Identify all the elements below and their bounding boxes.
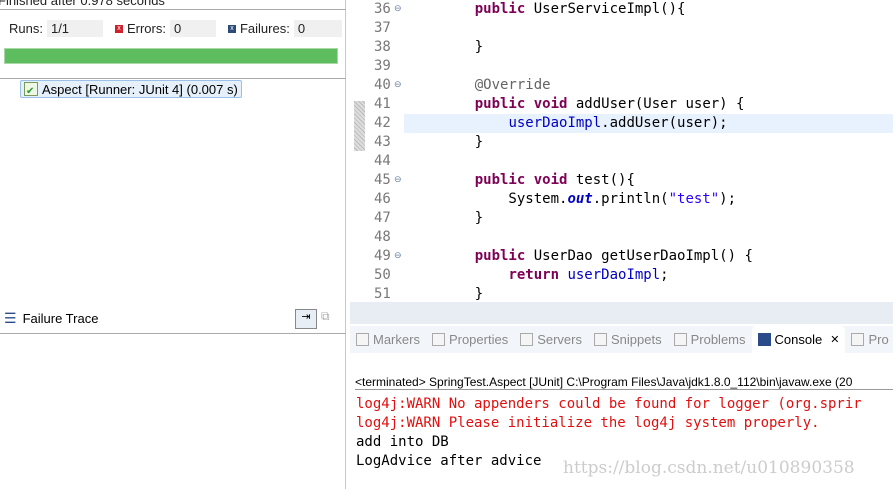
failure-icon: x <box>227 24 236 33</box>
test-suite-icon: ✔ <box>24 82 38 97</box>
console-line: LogAdvice after advice <box>356 453 542 469</box>
console-line: add into DB <box>356 434 449 450</box>
code-text: } <box>441 134 484 150</box>
failures-label: Failures: <box>239 21 290 36</box>
code-text: public void addUser(User user) { <box>474 96 745 112</box>
divider <box>0 9 346 10</box>
counters: Runs: 1/1 x Errors: 0 x Failures: 0 <box>9 20 342 37</box>
tab-servers[interactable]: Servers <box>514 326 588 353</box>
failures-value: 0 <box>293 20 342 37</box>
view-tabs: Markers Properties Servers Snippets Problems… <box>350 326 893 353</box>
editor-bottom-strip <box>350 302 893 324</box>
errors-value: 0 <box>169 20 216 37</box>
code-text: public UserServiceImpl(){ <box>474 1 686 17</box>
tab-label: Snippets <box>611 332 662 347</box>
code-editor[interactable]: 36 public UserServiceImpl(){⊖ 37 38 } 39 40 … <box>350 0 893 302</box>
fold-icon[interactable]: ⊖ <box>394 79 402 90</box>
code-line[interactable]: 38 } <box>350 38 744 57</box>
fold-icon[interactable]: ⊖ <box>394 174 402 185</box>
code-line[interactable]: 50 return userDaoImpl; <box>350 266 744 285</box>
line-number: 47 <box>374 210 391 226</box>
line-number: 44 <box>374 153 391 169</box>
line-number: 42 <box>374 115 391 131</box>
line-number: 39 <box>374 58 391 74</box>
tab-label: Problems <box>690 332 746 347</box>
line-number: 48 <box>374 229 391 245</box>
divider <box>0 78 346 79</box>
tab-label: Markers <box>373 332 420 347</box>
code-text: public void test(){ <box>474 172 635 188</box>
tab-problems[interactable]: Problems <box>668 326 752 353</box>
overview-ruler-marker <box>354 101 365 151</box>
line-number: 41 <box>374 96 391 112</box>
fold-icon[interactable]: ⊖ <box>394 250 402 261</box>
line-number: 43 <box>374 134 391 150</box>
runs-label: Runs: <box>9 21 43 36</box>
fold-icon[interactable]: ⊖ <box>394 3 402 14</box>
code-line[interactable]: 45 public void test(){⊖ <box>350 171 744 190</box>
tab-label: Properties <box>448 332 509 347</box>
close-icon[interactable]: ✕ <box>830 333 839 346</box>
markers-icon <box>356 333 369 346</box>
console-line: log4j:WARN No appenders could be found f… <box>356 396 862 412</box>
error-icon: x <box>114 24 123 33</box>
tab-label: Servers <box>537 332 582 347</box>
code-line[interactable]: 47 } <box>350 209 744 228</box>
tab-snippets[interactable]: Snippets <box>588 326 668 353</box>
code-line[interactable]: 41 public void addUser(User user) { <box>350 95 744 114</box>
tab-markers[interactable]: Markers <box>350 326 426 353</box>
tab-label: Pro <box>868 332 889 347</box>
code-line[interactable]: 51 } <box>350 285 744 302</box>
code-text: } <box>441 210 484 226</box>
code-line[interactable]: 36 public UserServiceImpl(){⊖ <box>350 0 744 19</box>
code-line[interactable]: 39 <box>350 57 744 76</box>
code-line[interactable]: 40 @Override ⊖ <box>350 76 744 95</box>
list-icon: ☰ <box>4 310 17 326</box>
console-line: log4j:WARN Please initialize the log4j s… <box>356 415 820 431</box>
code-text: @Override <box>474 77 551 93</box>
code-text: userDaoImpl.addUser(user); <box>508 115 728 131</box>
code-line[interactable]: 49 public UserDao getUserDaoImpl() {⊖ <box>350 247 753 266</box>
code-line[interactable]: 46 System.out.println("test"); <box>350 190 744 209</box>
servers-icon <box>520 333 534 346</box>
code-line[interactable]: 43 } <box>350 133 744 152</box>
console-terminated-label: <terminated> SpringTest.Aspect [JUnit] C… <box>355 375 893 390</box>
problems-icon <box>673 333 687 346</box>
console-icon <box>757 333 771 346</box>
failure-trace-header: ☰ Failure Trace <box>4 310 98 327</box>
code-line[interactable]: 48 <box>350 228 744 247</box>
failure-trace-label: Failure Trace <box>22 311 99 326</box>
code-text: System.out.println("test"); <box>441 191 737 207</box>
tab-label: Console <box>774 332 823 347</box>
tab-properties[interactable]: Properties <box>426 326 514 353</box>
tab-console[interactable]: Console ✕ <box>751 326 846 353</box>
watermark: https://blog.csdn.net/u010890358 <box>563 458 855 478</box>
code-line[interactable]: 42 userDaoImpl.addUser(user); <box>374 114 893 133</box>
line-number: 46 <box>374 191 391 207</box>
test-item-label: Aspect [Runner: JUnit 4] (0.007 s) <box>42 81 238 97</box>
code-text: public UserDao getUserDaoImpl() { <box>474 248 753 264</box>
code-text: } <box>441 286 484 302</box>
snippets-icon <box>594 333 607 346</box>
runs-value: 1/1 <box>46 20 103 37</box>
finished-status: Finished after 0.978 seconds <box>0 0 165 8</box>
code-text: return userDaoImpl; <box>508 267 669 283</box>
properties-icon <box>431 333 445 346</box>
line-number: 50 <box>374 267 391 283</box>
code-line[interactable]: 37 <box>350 19 744 38</box>
errors-label: Errors: <box>126 21 166 36</box>
test-tree-item[interactable]: ✔ Aspect [Runner: JUnit 4] (0.007 s) <box>20 80 242 98</box>
code-text: } <box>441 39 484 55</box>
pro-icon <box>851 333 865 346</box>
tab-pro[interactable]: Pro <box>845 326 893 353</box>
divider <box>0 333 346 334</box>
line-number: 38 <box>374 39 391 55</box>
line-number: 51 <box>374 286 391 302</box>
line-number: 37 <box>374 20 391 36</box>
code-line[interactable]: 44 <box>350 152 744 171</box>
junit-view: Finished after 0.978 seconds Runs: 1/1 x… <box>0 0 346 489</box>
progress-bar <box>4 48 338 64</box>
filter-trace-button[interactable]: ⇥ <box>295 309 317 329</box>
compare-button[interactable]: ⧉ <box>321 309 339 329</box>
